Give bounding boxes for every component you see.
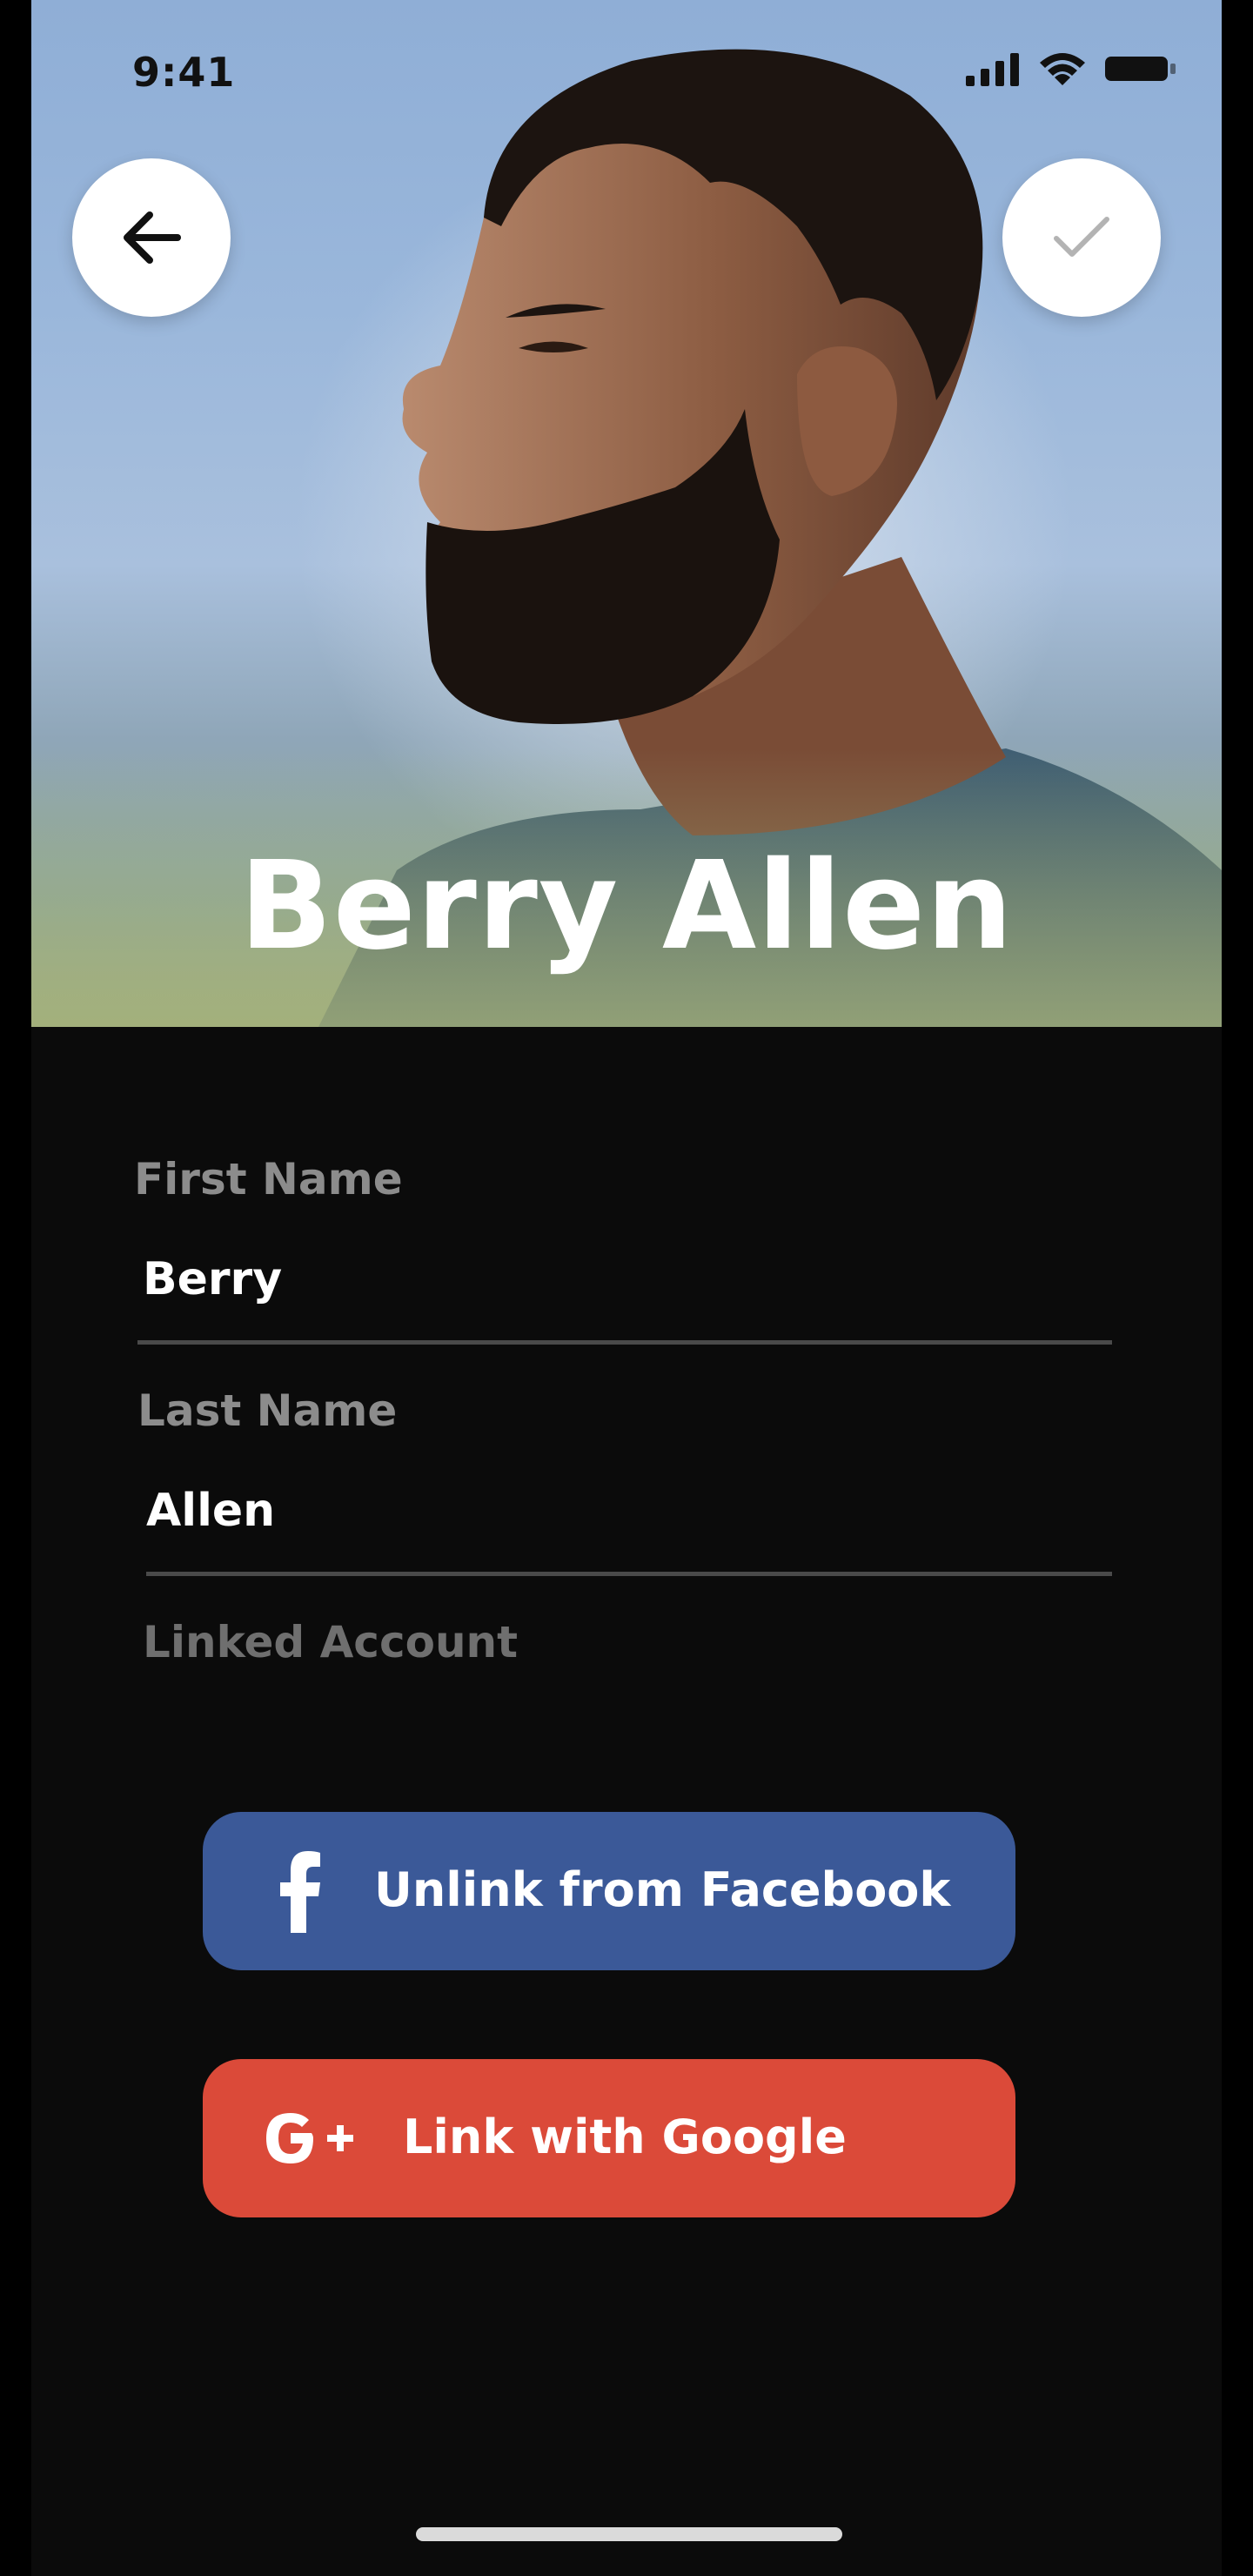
home-indicator[interactable] [416, 2527, 842, 2541]
first-name-field[interactable] [143, 1253, 1082, 1305]
edit-profile-screen: 9:41 Berry Allen First Name Berry Last N… [31, 0, 1222, 2576]
linked-account-label: Linked Account [143, 1617, 519, 1667]
unlink-facebook-button[interactable]: Unlink from Facebook [203, 1812, 1015, 1970]
unlink-facebook-label: Unlink from Facebook [374, 1862, 951, 1917]
cellular-signal-icon [966, 53, 1019, 86]
last-name-label: Last Name [137, 1385, 398, 1436]
google-plus-icon [262, 2110, 358, 2167]
checkmark-icon [1054, 217, 1109, 257]
last-name-field[interactable] [146, 1485, 1086, 1537]
battery-icon [1105, 57, 1176, 81]
first-name-label: First Name [134, 1154, 403, 1204]
last-name-underline [146, 1572, 1112, 1576]
link-google-label: Link with Google [403, 2110, 847, 2164]
back-button[interactable] [72, 158, 231, 317]
profile-name-title: Berry Allen [239, 835, 1014, 977]
status-bar: 9:41 [31, 0, 1222, 122]
arrow-left-icon [124, 211, 181, 264]
confirm-button[interactable] [1002, 158, 1161, 317]
status-time: 9:41 [132, 49, 236, 96]
status-icons [966, 50, 1178, 87]
first-name-underline [137, 1340, 1112, 1345]
profile-photo-header: 9:41 Berry Allen [31, 0, 1222, 1027]
wifi-icon [1040, 53, 1085, 85]
link-google-button[interactable]: Link with Google [203, 2059, 1015, 2217]
facebook-icon [274, 1850, 326, 1934]
